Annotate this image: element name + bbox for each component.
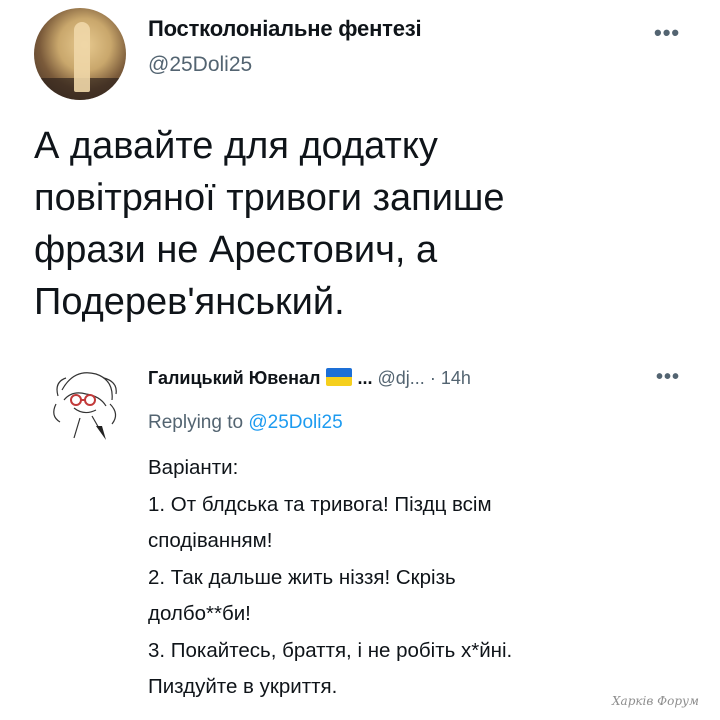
reply-text-line: долбо**би! — [148, 602, 251, 625]
separator-dot: · — [429, 368, 436, 388]
reply-timestamp[interactable]: 14h — [441, 368, 471, 388]
reply-avatar[interactable] — [44, 360, 128, 444]
reply-text-line: 3. Покайтесь, браття, і не робіть х*йні. — [148, 638, 513, 662]
replying-to-label: Replying to — [148, 412, 244, 433]
author-handle[interactable]: @25Doli25 — [148, 53, 252, 77]
tweet-text: А давайте для додатку повітряної тривоги… — [34, 120, 684, 328]
reply-display-name[interactable]: Галицький Ювенал — [148, 368, 320, 388]
reply-text-line: 2. Так дальше жить ніззя! Скрізь — [148, 565, 456, 589]
tweet-text-line: фрази не Арестович, а — [34, 229, 438, 271]
reply-text: Варіанти: 1. От блдська та тривога! Пізд… — [148, 450, 688, 706]
ukraine-flag-icon — [326, 368, 353, 386]
reply-text-line: Варіанти: — [148, 456, 239, 479]
name-truncation: ... — [357, 368, 373, 388]
avatar[interactable] — [34, 8, 126, 100]
reply-text-line: 1. От блдська та тривога! Піздц всім — [148, 492, 492, 516]
tweet-text-line: Подерев'янський. — [34, 281, 345, 323]
replying-to-handle[interactable]: @25Doli25 — [248, 412, 342, 433]
tweet-text-line: повітряної тривоги запише — [34, 177, 505, 219]
reply-text-line: сподіванням! — [148, 529, 273, 552]
author-display-name[interactable]: Постколоніальне фентезі — [148, 16, 422, 42]
reply-handle[interactable]: @dj... — [378, 368, 425, 388]
reply-more-options-icon[interactable]: ••• — [656, 366, 680, 389]
more-options-icon[interactable]: ••• — [654, 20, 680, 46]
reply-text-line: Пиздуйте в укриття. — [148, 675, 338, 698]
sketch-portrait-icon — [53, 372, 117, 440]
replying-to: Replying to @25Doli25 — [148, 412, 343, 434]
tweet-text-line: А давайте для додатку — [34, 125, 438, 167]
watermark: Харків Форум — [612, 694, 699, 708]
avatar-figure — [74, 22, 90, 92]
reply-header: Галицький Ювенал ... @dj... · 14h — [148, 368, 471, 389]
